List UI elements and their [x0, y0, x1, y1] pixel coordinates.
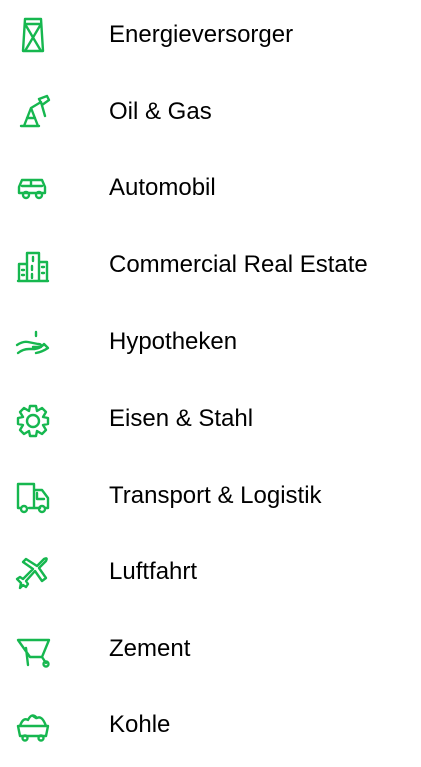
oil-pump-icon	[11, 90, 55, 134]
sector-label: Luftfahrt	[109, 558, 198, 585]
sector-item-zement: Zement	[0, 618, 421, 680]
airplane-icon	[11, 550, 55, 594]
sector-label: Energieversorger	[109, 21, 294, 48]
sector-label: Transport & Logistik	[109, 482, 322, 509]
car-icon	[11, 166, 55, 210]
power-tower-icon	[11, 13, 55, 57]
sector-label: Oil & Gas	[109, 98, 212, 125]
sector-label: Eisen & Stahl	[109, 405, 254, 432]
sector-list: Energieversorger Oil & Gas Automobil Com…	[0, 0, 421, 767]
sector-label: Automobil	[109, 174, 216, 201]
hand-coin-icon	[11, 320, 55, 364]
wheelbarrow-icon	[11, 627, 55, 671]
sector-label: Commercial Real Estate	[109, 251, 368, 278]
gear-icon	[11, 397, 55, 441]
buildings-icon	[11, 243, 55, 287]
sector-item-kohle: Kohle	[0, 694, 421, 756]
sector-label: Kohle	[109, 711, 171, 738]
mining-cart-icon	[11, 703, 55, 747]
truck-icon	[11, 474, 55, 518]
sector-item-automobil: Automobil	[0, 157, 421, 219]
sector-item-commercial-real-estate: Commercial Real Estate	[0, 234, 421, 296]
sector-item-oil-gas: Oil & Gas	[0, 81, 421, 143]
sector-item-eisen-stahl: Eisen & Stahl	[0, 388, 421, 450]
sector-label: Hypotheken	[109, 328, 238, 355]
sector-item-luftfahrt: Luftfahrt	[0, 541, 421, 603]
sector-item-transport-logistik: Transport & Logistik	[0, 465, 421, 527]
sector-item-energieversorger: Energieversorger	[0, 4, 421, 66]
sector-label: Zement	[109, 635, 191, 662]
sector-item-hypotheken: Hypotheken	[0, 311, 421, 373]
